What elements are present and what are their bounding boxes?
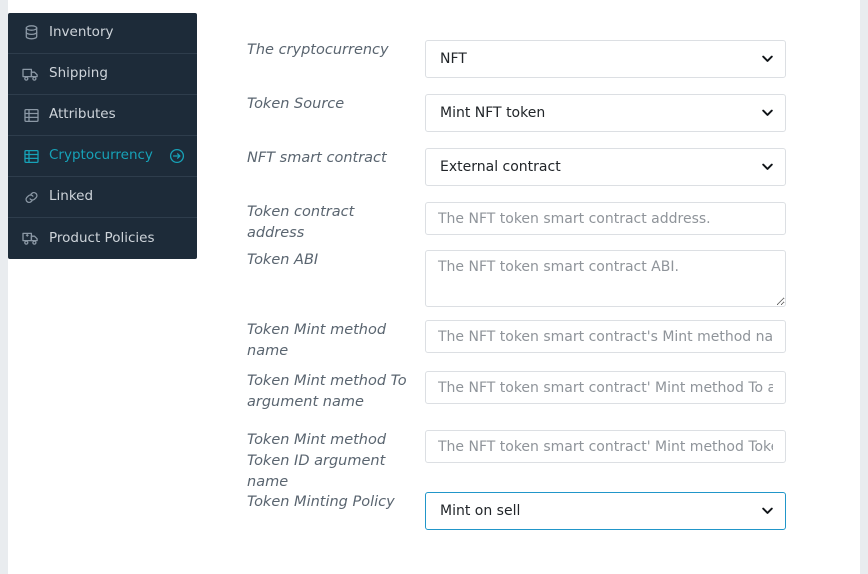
ambulance-icon [22, 230, 40, 248]
app-window: Inventory Shipping Attributes Cryptocurrenc… [0, 0, 868, 574]
control-wrap-nft-smart-contract: External contract [425, 148, 788, 186]
sidebar-nav: Inventory Shipping Attributes Cryptocurrenc… [8, 13, 197, 259]
sidebar-item-inventory[interactable]: Inventory [8, 13, 197, 54]
label-nft-smart-contract: NFT smart contract [247, 150, 387, 166]
database-icon [22, 24, 40, 42]
select-wrap-nft-smart-contract: External contract [425, 148, 786, 186]
label-token-source: Token Source [247, 96, 345, 112]
form-row-token-mint-method-name: Token Mint method name [197, 320, 860, 362]
form-row-token-source: Token Source Mint NFT token [197, 94, 860, 132]
form-row-token-minting-policy: Token Minting Policy Mint on sell [197, 492, 860, 530]
label-token-abi: Token ABI [247, 252, 319, 268]
select-wrap-token-minting-policy: Mint on sell [425, 492, 786, 530]
select-nft-smart-contract[interactable]: External contract [425, 148, 786, 186]
truck-icon [22, 65, 40, 83]
textarea-token-abi[interactable] [425, 250, 786, 307]
control-wrap-token-mint-method-name [425, 320, 788, 353]
label-token-contract-address: Token contract address [247, 204, 355, 241]
label-token-minting-policy: Token Minting Policy [247, 494, 395, 510]
input-token-mint-method-name[interactable] [425, 320, 786, 353]
sidebar-item-attributes[interactable]: Attributes [8, 95, 197, 136]
arrow-circle-right-icon[interactable] [168, 148, 185, 165]
label-token-mint-method-name: Token Mint method name [247, 322, 387, 359]
label-the-cryptocurrency: The cryptocurrency [247, 42, 389, 58]
sidebar-item-label: Attributes [49, 106, 116, 123]
sidebar-item-label: Shipping [49, 65, 108, 82]
sidebar-item-cryptocurrency[interactable]: Cryptocurrency [8, 136, 197, 177]
form-row-token-mint-method-token-id-argument-name: Token Mint method Token ID argument name [197, 430, 860, 493]
select-wrap-the-cryptocurrency: NFT [425, 40, 786, 78]
control-wrap-token-contract-address [425, 202, 788, 235]
control-wrap-the-cryptocurrency: NFT [425, 40, 788, 78]
cryptocurrency-settings-form: The cryptocurrency NFT Token Source Mint NF… [197, 0, 860, 574]
label-token-mint-method-to-argument-name: Token Mint method To argument name [247, 373, 407, 410]
list-icon [22, 147, 40, 165]
control-wrap-token-source: Mint NFT token [425, 94, 788, 132]
sidebar-item-label: Product Policies [49, 229, 155, 246]
sidebar-item-linked[interactable]: Linked [8, 177, 197, 218]
input-token-mint-method-to-argument-name[interactable] [425, 371, 786, 404]
form-row-token-mint-method-to-argument-name: Token Mint method To argument name [197, 371, 860, 413]
select-token-minting-policy[interactable]: Mint on sell [425, 492, 786, 530]
sidebar-item-shipping[interactable]: Shipping [8, 54, 197, 95]
sidebar-item-label: Cryptocurrency [49, 147, 153, 164]
form-row-the-cryptocurrency: The cryptocurrency NFT [197, 40, 860, 78]
list-icon [22, 106, 40, 124]
input-token-mint-method-token-id-argument-name[interactable] [425, 430, 786, 463]
select-token-source[interactable]: Mint NFT token [425, 94, 786, 132]
control-wrap-token-mint-method-token-id-argument-name [425, 430, 788, 463]
control-wrap-token-abi [425, 250, 788, 311]
sidebar-item-label: Linked [49, 188, 94, 205]
label-token-mint-method-token-id-argument-name: Token Mint method Token ID argument name [247, 432, 387, 490]
select-the-cryptocurrency[interactable]: NFT [425, 40, 786, 78]
sidebar-item-product-policies[interactable]: Product Policies [8, 218, 197, 259]
sidebar-item-label: Inventory [49, 24, 114, 41]
form-row-nft-smart-contract: NFT smart contract External contract [197, 148, 860, 186]
form-row-token-abi: Token ABI [197, 250, 860, 311]
control-wrap-token-minting-policy: Mint on sell [425, 492, 788, 530]
input-token-contract-address[interactable] [425, 202, 786, 235]
link-icon [22, 188, 40, 206]
select-wrap-token-source: Mint NFT token [425, 94, 786, 132]
control-wrap-token-mint-method-to-argument-name [425, 371, 788, 404]
form-row-token-contract-address: Token contract address [197, 202, 860, 244]
